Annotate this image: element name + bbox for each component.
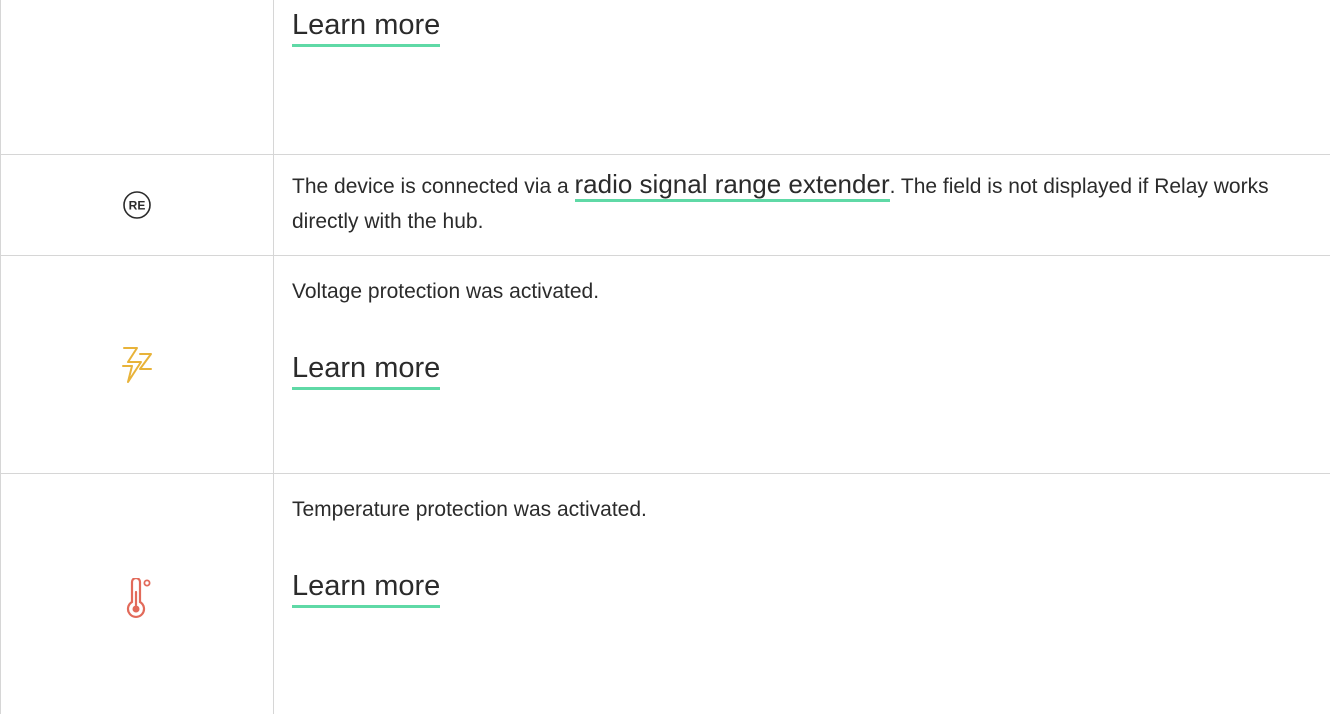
table-row: Temperature protection was activated. Le… bbox=[0, 474, 1330, 714]
table-row: Learn more bbox=[0, 0, 1330, 155]
table-row: RE The device is connected via a radio s… bbox=[0, 155, 1330, 256]
icon-cell bbox=[0, 0, 274, 154]
text-cell: The device is connected via a radio sign… bbox=[274, 155, 1330, 255]
text-cell: Voltage protection was activated. Learn … bbox=[274, 256, 1330, 473]
learn-more-link[interactable]: Learn more bbox=[292, 570, 441, 608]
learn-more-link[interactable]: Learn more bbox=[292, 352, 441, 390]
icon-cell: RE bbox=[0, 155, 274, 255]
icon-cell bbox=[0, 256, 274, 473]
row-description: The device is connected via a radio sign… bbox=[292, 169, 1320, 239]
re-icon-label: RE bbox=[129, 199, 146, 213]
text-cell: Temperature protection was activated. Le… bbox=[274, 474, 1330, 714]
icon-cell bbox=[0, 474, 274, 714]
desc-text: The device is connected via a bbox=[292, 175, 575, 198]
text-cell: Learn more bbox=[274, 0, 1330, 154]
thermometer-icon bbox=[122, 578, 152, 620]
status-table: Learn more RE The device is connected vi… bbox=[0, 0, 1330, 714]
table-row: Voltage protection was activated. Learn … bbox=[0, 256, 1330, 474]
radio-signal-range-extender-link[interactable]: radio signal range extender bbox=[574, 169, 890, 202]
learn-more-link[interactable]: Learn more bbox=[292, 9, 441, 47]
row-description: Voltage protection was activated. bbox=[292, 280, 600, 303]
row-description: Temperature protection was activated. bbox=[292, 498, 647, 521]
re-extender-icon: RE bbox=[122, 190, 152, 220]
voltage-icon bbox=[120, 345, 154, 385]
